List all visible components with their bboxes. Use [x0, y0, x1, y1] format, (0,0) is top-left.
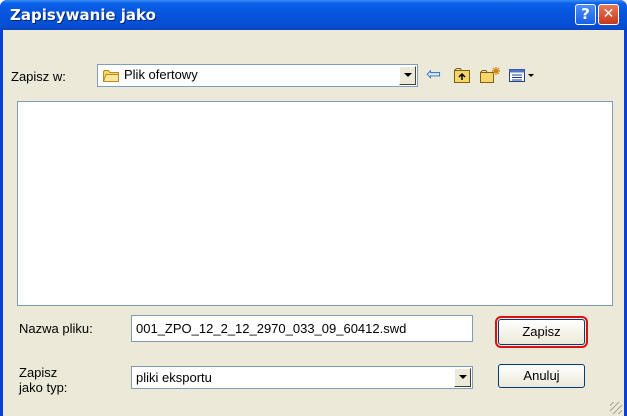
location-value: Plik ofertowy — [124, 67, 198, 82]
view-menu-icon[interactable] — [508, 67, 536, 85]
location-combo[interactable]: Plik ofertowy — [97, 64, 418, 87]
filename-value: 001_ZPO_12_2_12_2970_033_09_60412.swd — [136, 321, 407, 336]
title-bar[interactable]: Zapisywanie jako ? ✕ — [0, 0, 627, 30]
new-folder-icon[interactable] — [479, 67, 501, 85]
filetype-combo[interactable]: pliki eksportu — [131, 366, 473, 389]
filename-field[interactable]: 001_ZPO_12_2_12_2970_033_09_60412.swd — [131, 315, 473, 342]
file-list[interactable] — [17, 101, 613, 306]
back-arrow-icon[interactable]: ⇦ — [426, 64, 443, 85]
filename-label: Nazwa pliku: — [19, 321, 93, 336]
save-as-dialog: Zapisywanie jako ? ✕ Zapisz w: Plik ofer… — [0, 0, 627, 416]
cancel-button[interactable]: Anuluj — [498, 364, 585, 388]
dialog-body: Zapisz w: Plik ofertowy ⇦ Nazwa pliku: 0… — [3, 30, 624, 416]
folder-icon — [102, 69, 119, 82]
back-arrow-glyph: ⇦ — [426, 64, 442, 85]
save-button[interactable]: Zapisz — [495, 316, 588, 348]
close-button[interactable]: ✕ — [598, 4, 619, 25]
help-button[interactable]: ? — [575, 4, 596, 25]
chevron-down-icon[interactable] — [454, 368, 471, 387]
filetype-label: Zapisz jako typ: — [19, 365, 68, 395]
dialog-title: Zapisywanie jako — [10, 6, 156, 24]
filetype-value: pliki eksportu — [136, 370, 212, 385]
up-folder-icon[interactable] — [453, 67, 471, 85]
chevron-down-icon[interactable] — [399, 66, 416, 85]
location-label: Zapisz w: — [11, 69, 66, 84]
resize-grip-icon[interactable] — [610, 402, 622, 414]
